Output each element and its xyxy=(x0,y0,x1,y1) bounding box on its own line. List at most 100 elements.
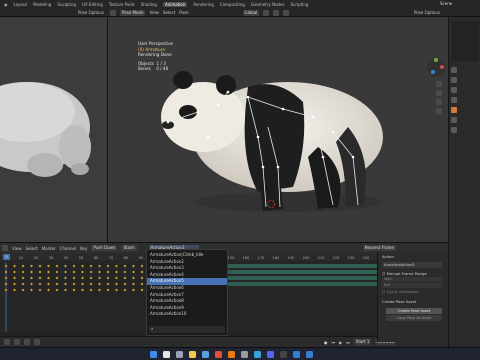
calendar-icon[interactable] xyxy=(306,351,313,358)
action-dropdown[interactable]: ArmatureAction|Climb_Idle ArmatureAction2… xyxy=(146,249,228,336)
copy-pose-as-asset-button[interactable]: Copy Pose as Asset xyxy=(386,315,442,321)
photos-icon[interactable] xyxy=(254,351,261,358)
tab-texture-paint[interactable]: Texture Paint xyxy=(109,2,135,7)
action-list-item[interactable]: ArmatureAction|Climb_Idle xyxy=(147,252,227,259)
secondary-viewport[interactable] xyxy=(0,17,108,242)
transform-orientation[interactable]: Global xyxy=(242,9,260,16)
channel-menu[interactable]: Channel xyxy=(60,246,76,251)
camera-icon[interactable] xyxy=(436,99,442,105)
tab-geometry-nodes[interactable]: Geometry Nodes xyxy=(251,2,285,7)
windows-icon[interactable] xyxy=(150,351,157,358)
range-end-field[interactable]: End xyxy=(382,283,442,288)
modifier-icon[interactable] xyxy=(451,117,457,123)
blender-logo-icon[interactable]: ◉ xyxy=(4,2,8,7)
store-icon[interactable] xyxy=(202,351,209,358)
dope-sheet-view-menu[interactable]: View xyxy=(12,246,22,251)
push-down-button[interactable]: Push Down xyxy=(91,245,118,251)
tab-layout[interactable]: Layout xyxy=(14,2,28,7)
action-list-item[interactable]: ArmatureAction6 xyxy=(147,285,227,292)
playback-menu-icon[interactable] xyxy=(4,339,10,345)
ruler-tick-label: 30 xyxy=(49,256,53,260)
scene-icon[interactable] xyxy=(451,97,457,103)
action-section-title[interactable]: Action xyxy=(378,254,448,259)
tab-compositing[interactable]: Compositing xyxy=(220,2,245,7)
terminal-icon[interactable] xyxy=(280,351,287,358)
editor-type-icon[interactable] xyxy=(110,9,116,16)
tab-animation[interactable]: Animation xyxy=(162,1,188,7)
keying-icon[interactable] xyxy=(14,339,20,345)
zoom-icon[interactable] xyxy=(436,81,442,87)
mode-selector[interactable]: Pose Mode xyxy=(120,9,146,16)
action-list-item[interactable]: ArmatureAction10 xyxy=(147,311,227,318)
bone-icon[interactable] xyxy=(451,127,457,133)
action-list-item[interactable]: ArmatureAction4 xyxy=(147,272,227,279)
mail-icon[interactable] xyxy=(293,351,300,358)
explorer-icon[interactable] xyxy=(189,351,196,358)
action-list-item[interactable]: ArmatureAction3 xyxy=(147,265,227,272)
jump-start-icon[interactable]: ⏮ xyxy=(332,340,336,345)
action-list-item[interactable]: ArmatureAction8 xyxy=(147,298,227,305)
view-menu-icon[interactable] xyxy=(24,339,30,345)
settings-icon[interactable] xyxy=(241,351,248,358)
discord-icon[interactable] xyxy=(267,351,274,358)
properties-panel[interactable] xyxy=(448,17,480,347)
marker-menu[interactable]: Marker xyxy=(42,246,56,251)
blender-icon[interactable] xyxy=(228,351,235,358)
grid-icon[interactable] xyxy=(436,108,442,114)
key-menu[interactable]: Key xyxy=(80,246,87,251)
tab-shading[interactable]: Shading xyxy=(141,2,157,7)
action-sidebar[interactable]: Action ArmatureAction3 ☐ Manual Frame Ra… xyxy=(377,252,448,342)
dope-sheet-editor-icon[interactable] xyxy=(2,245,8,251)
tab-rendering[interactable]: Rendering xyxy=(193,2,213,7)
snap-icon[interactable] xyxy=(273,9,280,16)
nearest-frame-dropdown[interactable]: Nearest Frame xyxy=(362,245,396,251)
search-icon[interactable] xyxy=(163,351,170,358)
play-icon[interactable]: ▶ xyxy=(339,340,342,345)
tool-icon[interactable] xyxy=(451,67,457,73)
pose-menu[interactable]: Pose xyxy=(179,10,188,15)
dope-sheet-select-menu[interactable]: Select xyxy=(26,246,38,251)
main-3d-viewport[interactable]: User Perspective (0) Armature Rendering … xyxy=(108,17,448,242)
tab-uv-editing[interactable]: UV Editing xyxy=(82,2,103,7)
cyclic-checkbox[interactable]: ☐ Cyclic Animation xyxy=(378,289,418,294)
action-list-item[interactable]: ArmatureAction9 xyxy=(147,305,227,312)
create-pose-asset-button[interactable]: Create Pose Asset xyxy=(386,308,442,314)
tab-modeling[interactable]: Modeling xyxy=(33,2,51,7)
chrome-icon[interactable] xyxy=(215,351,222,358)
marker-menu-icon[interactable] xyxy=(34,339,40,345)
workspace-tabs: ◉ Layout Modeling Sculpting UV Editing T… xyxy=(0,0,308,8)
action-search-field[interactable]: ⌕ xyxy=(149,326,225,333)
jump-end-icon[interactable]: ⏭ xyxy=(346,340,350,345)
record-icon[interactable]: ● xyxy=(324,340,328,345)
manual-frame-range[interactable]: ☐ Manual Frame Range xyxy=(378,271,427,276)
stash-button[interactable]: Stash xyxy=(121,245,137,251)
tab-sculpting[interactable]: Sculpting xyxy=(57,2,76,7)
scene-name[interactable]: Scene xyxy=(440,1,452,6)
pan-icon[interactable] xyxy=(436,90,442,96)
right-pose-options[interactable]: Pose Options xyxy=(414,10,440,15)
windows-taskbar xyxy=(0,347,480,360)
viewport-nav-buttons xyxy=(436,81,442,114)
action-name-field[interactable]: ArmatureAction3 xyxy=(382,262,442,268)
output-icon[interactable] xyxy=(451,87,457,93)
ruler-tick-label: 170 xyxy=(258,256,265,260)
outliner[interactable] xyxy=(451,21,479,61)
action-list-item[interactable]: ArmatureAction7 xyxy=(147,292,227,299)
ruler-tick-label: 150 xyxy=(228,256,235,260)
range-start-field[interactable]: Start xyxy=(382,277,442,282)
render-icon[interactable] xyxy=(451,77,457,83)
pivot-icon[interactable] xyxy=(263,9,270,16)
left-pose-options[interactable]: Pose Options xyxy=(78,10,104,15)
select-menu[interactable]: Select xyxy=(163,10,175,15)
object-icon[interactable] xyxy=(451,107,457,113)
ruler-tick-label: 70 xyxy=(109,256,113,260)
current-frame-indicator[interactable]: 0 xyxy=(3,254,10,260)
proportional-icon[interactable] xyxy=(283,9,290,16)
start-frame-field[interactable]: Start 1 xyxy=(353,339,372,345)
task-view-icon[interactable] xyxy=(176,351,183,358)
action-list-item[interactable]: ArmatureAction5 xyxy=(147,278,227,285)
action-list-item[interactable]: ArmatureAction2 xyxy=(147,259,227,266)
tab-scripting[interactable]: Scripting xyxy=(291,2,309,7)
view-menu[interactable]: View xyxy=(149,10,159,15)
navigation-gizmo[interactable] xyxy=(426,57,446,77)
